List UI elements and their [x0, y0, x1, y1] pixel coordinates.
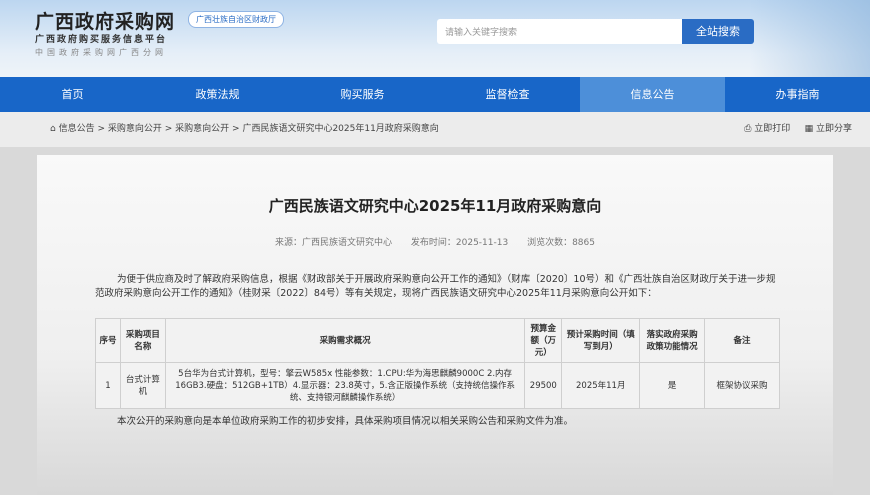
- article-footer-note: 本次公开的采购意向是本单位政府采购工作的初步安排，具体采购项目情况以相关采购公告…: [117, 416, 574, 427]
- cell-item-name: 台式计算机: [119, 362, 166, 409]
- nav-guide[interactable]: 办事指南: [725, 77, 870, 112]
- header-cell: 落实政府采购政策功能情况: [639, 318, 706, 363]
- cell-requirements: 5台华为台式计算机，型号：擎云W585x 性能参数：1.CPU:华为海思麒麟90…: [164, 362, 526, 409]
- nav-home[interactable]: 首页: [0, 77, 145, 112]
- nav-policy[interactable]: 政策法规: [145, 77, 290, 112]
- article-card: 广西民族语文研究中心2025年11月政府采购意向 来源：广西民族语文研究中心 发…: [37, 155, 833, 495]
- cell-time: 2025年11月: [561, 362, 641, 409]
- breadcrumb: ⌂ 信息公告 > 采购意向公开 > 采购意向公开 > 广西民族语文研究中心202…: [0, 112, 870, 147]
- article-source: 来源：广西民族语文研究中心: [275, 238, 393, 248]
- nav-announcements[interactable]: 信息公告: [580, 77, 725, 112]
- header-cell: 预算金额（万元）: [524, 318, 563, 363]
- cell-policy: 是: [639, 362, 706, 409]
- search-button[interactable]: 全站搜索: [682, 19, 754, 44]
- city-skyline-image: [750, 0, 870, 77]
- table-header-row: 序号 采购项目名称 采购需求概况 预算金额（万元） 预计采购时间（填写到月） 落…: [95, 318, 780, 363]
- article-intro: 为便于供应商及时了解政府采购信息，根据《财政部关于开展政府采购意向公开工作的通知…: [95, 274, 776, 299]
- breadcrumb-current: 广西民族语文研究中心2025年11月政府采购意向: [242, 124, 439, 134]
- header-cell: 采购项目名称: [119, 318, 166, 363]
- nav-purchase-services[interactable]: 购买服务: [290, 77, 435, 112]
- site-header: 广西政府采购网 广西壮族自治区财政厅 广西政府购买服务信息平台 中国政府采购网广…: [0, 0, 870, 77]
- search-input[interactable]: 请输入关键字搜索: [437, 19, 682, 44]
- breadcrumb-item[interactable]: 采购意向公开: [108, 124, 162, 134]
- department-badge: 广西壮族自治区财政厅: [188, 11, 284, 28]
- qr-code-icon[interactable]: ▦: [805, 124, 814, 134]
- article-meta: 来源：广西民族语文研究中心 发布时间：2025-11-13 浏览次数：8865: [37, 235, 833, 248]
- print-button[interactable]: 立即打印: [754, 124, 790, 134]
- article-views: 浏览次数：8865: [527, 238, 595, 248]
- site-subtitle: 广西政府购买服务信息平台: [35, 35, 168, 45]
- header-cell: 预计采购时间（填写到月）: [561, 318, 641, 363]
- table-row: 1 台式计算机 5台华为台式计算机，型号：擎云W585x 性能参数：1.CPU:…: [95, 362, 780, 409]
- site-title[interactable]: 广西政府采购网: [35, 7, 175, 34]
- share-button[interactable]: 立即分享: [816, 124, 852, 134]
- header-cell: 序号: [95, 318, 121, 363]
- header-cell: 采购需求概况: [164, 318, 526, 363]
- site-subtitle-2: 中国政府采购网广西分网: [35, 48, 167, 57]
- procurement-table: 序号 采购项目名称 采购需求概况 预算金额（万元） 预计采购时间（填写到月） 落…: [95, 318, 780, 409]
- header-cell: 备注: [704, 318, 780, 363]
- breadcrumb-item[interactable]: 采购意向公开: [175, 124, 229, 134]
- article-date: 发布时间：2025-11-13: [410, 238, 509, 248]
- cell-index: 1: [95, 362, 121, 409]
- nav-supervision[interactable]: 监督检查: [435, 77, 580, 112]
- cell-remark: 框架协议采购: [704, 362, 780, 409]
- main-nav: 首页 政策法规 购买服务 监督检查 信息公告 办事指南: [0, 77, 870, 112]
- breadcrumb-item[interactable]: 信息公告: [59, 124, 95, 134]
- article-title: 广西民族语文研究中心2025年11月政府采购意向: [268, 197, 602, 215]
- cell-budget: 29500: [524, 362, 563, 409]
- print-icon[interactable]: ⎙: [744, 124, 751, 134]
- home-icon[interactable]: ⌂: [50, 124, 56, 134]
